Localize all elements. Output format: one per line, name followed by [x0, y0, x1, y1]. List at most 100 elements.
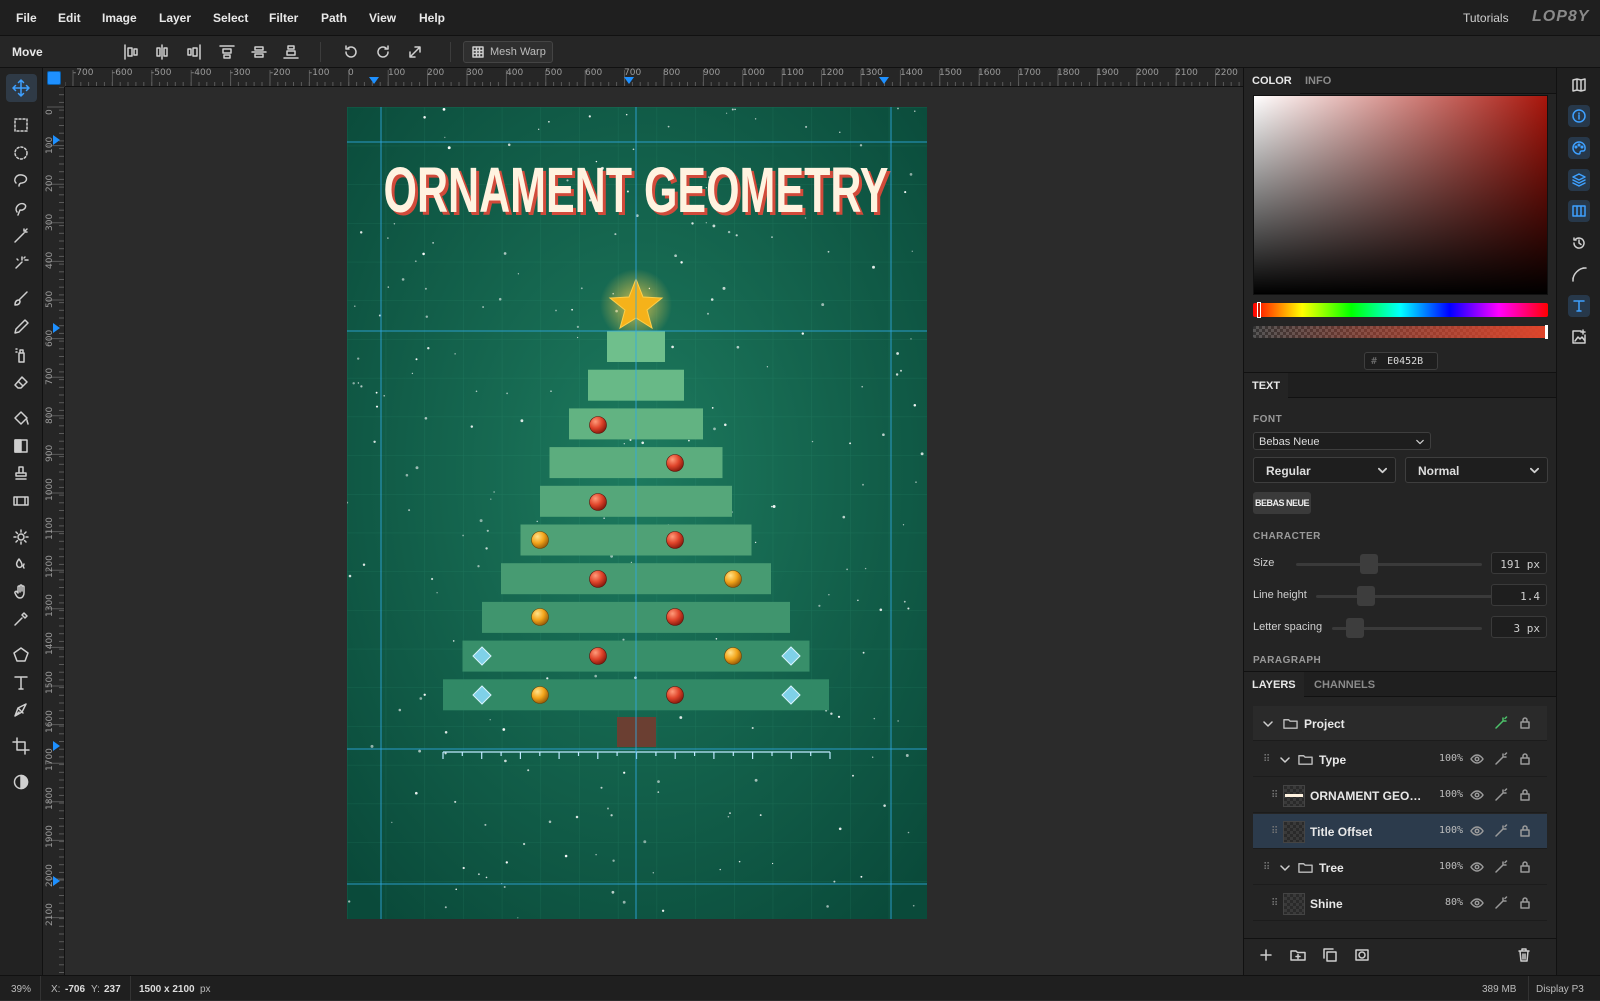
guide-marker[interactable] — [369, 77, 379, 84]
expand-icon[interactable] — [406, 43, 424, 61]
font-preview-chip[interactable]: BEBAS NEUE — [1253, 492, 1311, 514]
new-group-icon[interactable] — [1290, 947, 1308, 965]
line-height-slider-knob[interactable] — [1357, 586, 1375, 606]
delete-layer-icon[interactable] — [1516, 947, 1534, 965]
drag-handle-icon[interactable]: ⠿ — [1263, 754, 1270, 765]
align-left-icon[interactable] — [122, 43, 140, 61]
align-top-icon[interactable] — [218, 43, 236, 61]
drag-handle-icon[interactable]: ⠿ — [1271, 898, 1278, 909]
menu-file[interactable]: File — [16, 11, 37, 25]
layer-row-type[interactable]: ⠿ Type 100% — [1253, 742, 1547, 777]
fx-icon[interactable] — [1494, 716, 1508, 730]
filmstrip-tool[interactable] — [12, 492, 32, 512]
chevron-down-icon[interactable] — [1263, 719, 1273, 729]
map-panel-button[interactable] — [1568, 74, 1590, 96]
layer-row-tree[interactable]: ⠿ Tree 100% — [1253, 850, 1547, 885]
ellipse-marquee-tool[interactable] — [12, 144, 32, 164]
lasso-tool[interactable] — [12, 171, 32, 191]
mesh-warp-button[interactable]: Mesh Warp — [463, 41, 553, 63]
alpha-slider[interactable] — [1253, 325, 1548, 339]
menu-edit[interactable]: Edit — [58, 11, 81, 25]
horizontal-ruler[interactable]: -700 -600 -500 -400 -300 -200 -100 0 100… — [65, 68, 1243, 87]
align-center-v-icon[interactable] — [250, 43, 268, 61]
layer-row-title-offset[interactable]: ⠿ Title Offset 100% — [1253, 814, 1547, 849]
menu-help[interactable]: Help — [419, 11, 445, 25]
canvas-workspace[interactable]: ORNAMENT GEOMETRY ORNAMENT GEOMETRY — [65, 87, 1243, 975]
fx-icon[interactable] — [1494, 896, 1508, 910]
size-slider-knob[interactable] — [1360, 554, 1378, 574]
drag-handle-icon[interactable]: ⠿ — [1271, 790, 1278, 801]
hue-slider[interactable] — [1253, 302, 1548, 318]
shape-tool[interactable] — [12, 646, 32, 666]
stamp-tool[interactable] — [12, 464, 32, 484]
eyedropper-tool[interactable] — [12, 610, 32, 630]
alpha-slider-knob[interactable] — [1545, 325, 1548, 339]
menu-filter[interactable]: Filter — [269, 11, 298, 25]
drag-handle-icon[interactable]: ⠿ — [1263, 862, 1270, 873]
tab-channels[interactable]: CHANNELS — [1306, 672, 1383, 698]
eraser-tool[interactable] — [12, 373, 32, 393]
size-slider[interactable] — [1296, 563, 1482, 566]
chevron-down-icon[interactable] — [1280, 863, 1290, 873]
rect-marquee-tool[interactable] — [12, 116, 32, 136]
add-layer-icon[interactable] — [1258, 947, 1276, 965]
polygon-lasso-tool[interactable] — [12, 199, 32, 219]
eye-icon[interactable] — [1470, 896, 1484, 910]
lock-icon[interactable] — [1518, 860, 1532, 874]
tab-layers[interactable]: LAYERS — [1244, 672, 1304, 698]
zoom-level[interactable]: 39% — [11, 984, 31, 995]
rotate-cw-icon[interactable] — [374, 43, 392, 61]
text-tool[interactable] — [12, 674, 32, 694]
letter-spacing-input[interactable]: 3 px — [1491, 616, 1547, 638]
fx-icon[interactable] — [1494, 752, 1508, 766]
crop-tool[interactable] — [12, 737, 32, 757]
menu-layer[interactable]: Layer — [159, 11, 191, 25]
menu-image[interactable]: Image — [102, 11, 137, 25]
eye-icon[interactable] — [1470, 788, 1484, 802]
fx-icon[interactable] — [1494, 860, 1508, 874]
font-weight-select[interactable]: Normal — [1405, 457, 1548, 483]
lock-icon[interactable] — [1518, 752, 1532, 766]
dodge-tool[interactable] — [12, 528, 32, 548]
move-tool[interactable] — [6, 74, 37, 102]
align-center-h-icon[interactable] — [153, 43, 171, 61]
font-family-select[interactable]: Bebas Neue — [1253, 432, 1431, 450]
menu-select[interactable]: Select — [213, 11, 248, 25]
menu-view[interactable]: View — [369, 11, 396, 25]
color-field[interactable] — [1253, 95, 1548, 295]
lock-icon[interactable] — [1518, 788, 1532, 802]
layer-row-title-text[interactable]: ⠿ ORNAMENT GEOM... 100% — [1253, 778, 1547, 813]
letter-spacing-slider-knob[interactable] — [1346, 618, 1364, 638]
tab-text[interactable]: TEXT — [1244, 373, 1289, 399]
line-height-input[interactable]: 1.4 — [1491, 584, 1547, 606]
font-style-select[interactable]: Regular — [1253, 457, 1396, 483]
menu-path[interactable]: Path — [321, 11, 347, 25]
lock-icon[interactable] — [1518, 824, 1532, 838]
gradient-tool[interactable] — [12, 437, 32, 457]
eye-icon[interactable] — [1470, 752, 1484, 766]
fx-icon[interactable] — [1494, 824, 1508, 838]
rotate-ccw-icon[interactable] — [342, 43, 360, 61]
spray-tool[interactable] — [12, 346, 32, 366]
chevron-down-icon[interactable] — [1280, 755, 1290, 765]
vertical-ruler[interactable]: 0 100 200 300 400 500 600 700 800 900 1000 1100 1200… — [43, 87, 65, 975]
burn-tool[interactable] — [12, 555, 32, 575]
eye-icon[interactable] — [1470, 860, 1484, 874]
pencil-tool[interactable] — [12, 318, 32, 338]
channels-panel-button[interactable] — [1568, 200, 1590, 222]
layer-row-project[interactable]: Project — [1253, 706, 1547, 741]
tutorials-link[interactable]: Tutorials — [1463, 11, 1509, 25]
layers-panel-button[interactable] — [1568, 169, 1590, 191]
artboard[interactable]: ORNAMENT GEOMETRY ORNAMENT GEOMETRY — [347, 107, 927, 919]
hand-tool[interactable] — [12, 583, 32, 603]
lock-icon[interactable] — [1518, 716, 1532, 730]
tab-color[interactable]: COLOR — [1244, 68, 1300, 94]
pen-tool[interactable] — [12, 701, 32, 721]
align-right-icon[interactable] — [185, 43, 203, 61]
eye-icon[interactable] — [1470, 824, 1484, 838]
duplicate-layer-icon[interactable] — [1322, 947, 1340, 965]
fill-tool[interactable] — [12, 409, 32, 429]
align-bottom-icon[interactable] — [282, 43, 300, 61]
lock-icon[interactable] — [1518, 896, 1532, 910]
mask-mode-toggle[interactable] — [12, 773, 32, 793]
